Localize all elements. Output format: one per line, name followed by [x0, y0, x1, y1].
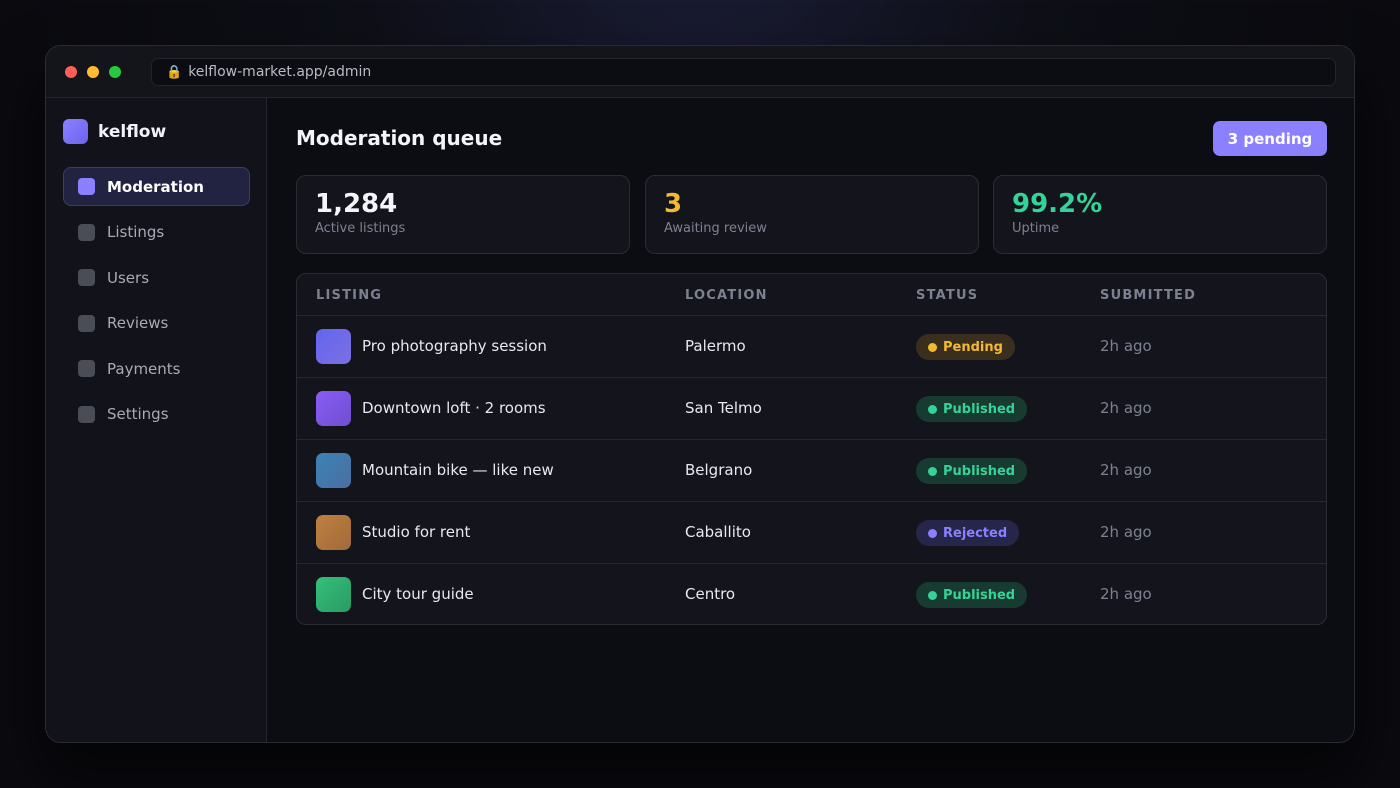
sidebar-item-users[interactable]: Users — [63, 258, 250, 297]
listing-title[interactable]: Pro photography session — [362, 337, 547, 355]
listing-location: Centro — [685, 585, 736, 603]
status-label: Published — [943, 587, 1016, 603]
page-title: Moderation queue — [296, 126, 503, 150]
table-row[interactable]: Mountain bike — like new Belgrano Publis… — [297, 440, 1326, 502]
sidebar: kelflow Moderation Listings Users Review… — [46, 98, 267, 742]
listing-location: Caballito — [685, 523, 751, 541]
listings-icon — [78, 223, 95, 241]
stat-label: Awaiting review — [664, 221, 767, 236]
lock-icon: 🔒 — [166, 64, 183, 80]
close-window-button[interactable] — [65, 65, 77, 78]
status-badge: Rejected — [916, 520, 1020, 546]
title-bar: 🔒 kelflow-market.app/admin — [46, 46, 1354, 98]
column-header-location[interactable]: LOCATION — [685, 288, 768, 303]
brand-logo-icon — [63, 119, 88, 144]
listing-thumbnail — [316, 453, 351, 488]
submitted-time: 2h ago — [1100, 399, 1152, 417]
listing-title[interactable]: City tour guide — [362, 585, 474, 603]
pending-count-button[interactable]: 3 pending — [1213, 121, 1327, 156]
moderation-table: LISTING LOCATION STATUS SUBMITTED Pro ph… — [296, 273, 1327, 625]
url-text: kelflow-market.app/admin — [188, 64, 372, 80]
status-dot-icon — [928, 342, 937, 352]
status-dot-icon — [928, 528, 937, 538]
sidebar-nav: Moderation Listings Users Reviews Paymen… — [63, 167, 250, 440]
listing-title[interactable]: Mountain bike — like new — [362, 461, 554, 479]
status-label: Published — [943, 463, 1016, 479]
table-body: Pro photography session Palermo Pending … — [297, 316, 1326, 624]
users-icon — [78, 269, 95, 286]
moderation-icon — [78, 178, 95, 195]
sidebar-item-listings[interactable]: Listings — [63, 213, 250, 252]
column-header-submitted[interactable]: SUBMITTED — [1100, 288, 1196, 303]
column-header-status[interactable]: STATUS — [916, 288, 978, 303]
stat-card-active-listings: 1,284 Active listings — [296, 175, 630, 254]
minimize-window-button[interactable] — [87, 65, 99, 78]
brand-name: kelflow — [98, 121, 167, 142]
stat-value: 1,284 — [315, 189, 398, 219]
submitted-time: 2h ago — [1100, 585, 1152, 603]
payments-icon — [78, 360, 95, 377]
table-row[interactable]: City tour guide Centro Published 2h ago — [297, 564, 1326, 624]
status-label: Published — [943, 401, 1016, 417]
status-badge: Published — [916, 396, 1028, 422]
stat-card-uptime: 99.2% Uptime — [993, 175, 1327, 254]
listing-thumbnail — [316, 329, 351, 364]
column-header-listing[interactable]: LISTING — [316, 288, 382, 303]
table-row[interactable]: Studio for rent Caballito Rejected 2h ag… — [297, 502, 1326, 564]
sidebar-item-label: Settings — [107, 405, 169, 423]
table-row[interactable]: Pro photography session Palermo Pending … — [297, 316, 1326, 378]
stat-card-awaiting-review: 3 Awaiting review — [645, 175, 979, 254]
status-dot-icon — [928, 590, 937, 600]
sidebar-item-settings[interactable]: Settings — [63, 395, 250, 434]
sidebar-item-moderation[interactable]: Moderation — [63, 167, 250, 206]
table-header: LISTING LOCATION STATUS SUBMITTED — [297, 274, 1326, 316]
address-bar[interactable]: 🔒 kelflow-market.app/admin — [151, 58, 1336, 86]
settings-icon — [78, 405, 95, 423]
sidebar-item-label: Moderation — [107, 177, 204, 196]
stat-label: Active listings — [315, 221, 406, 236]
listing-title[interactable]: Studio for rent — [362, 523, 470, 541]
status-label: Rejected — [943, 525, 1008, 541]
listing-title[interactable]: Downtown loft · 2 rooms — [362, 399, 546, 417]
stat-value: 3 — [664, 189, 683, 219]
submitted-time: 2h ago — [1100, 523, 1152, 541]
status-dot-icon — [928, 404, 937, 414]
sidebar-item-reviews[interactable]: Reviews — [63, 304, 250, 343]
reviews-icon — [78, 314, 95, 332]
brand[interactable]: kelflow — [63, 119, 166, 144]
submitted-time: 2h ago — [1100, 337, 1152, 355]
listing-location: San Telmo — [685, 399, 762, 417]
listing-thumbnail — [316, 391, 351, 426]
browser-window: 🔒 kelflow-market.app/admin kelflow Moder… — [45, 45, 1355, 743]
main-content: Moderation queue 3 pending 1,284 Active … — [268, 98, 1354, 742]
status-label: Pending — [943, 339, 1003, 355]
status-dot-icon — [928, 466, 937, 476]
status-badge: Published — [916, 582, 1028, 608]
sidebar-item-label: Users — [107, 268, 150, 287]
listing-thumbnail — [316, 515, 351, 550]
status-badge: Pending — [916, 334, 1015, 360]
stat-value: 99.2% — [1012, 189, 1103, 219]
submitted-time: 2h ago — [1100, 461, 1152, 479]
sidebar-item-label: Payments — [107, 359, 181, 378]
sidebar-item-label: Listings — [107, 223, 165, 241]
sidebar-item-label: Reviews — [107, 314, 169, 332]
status-badge: Published — [916, 458, 1028, 484]
listing-location: Palermo — [685, 337, 746, 355]
listing-location: Belgrano — [685, 461, 753, 479]
sidebar-item-payments[interactable]: Payments — [63, 349, 250, 388]
maximize-window-button[interactable] — [109, 65, 121, 78]
stat-label: Uptime — [1012, 221, 1060, 236]
table-row[interactable]: Downtown loft · 2 rooms San Telmo Publis… — [297, 378, 1326, 440]
listing-thumbnail — [316, 577, 351, 612]
